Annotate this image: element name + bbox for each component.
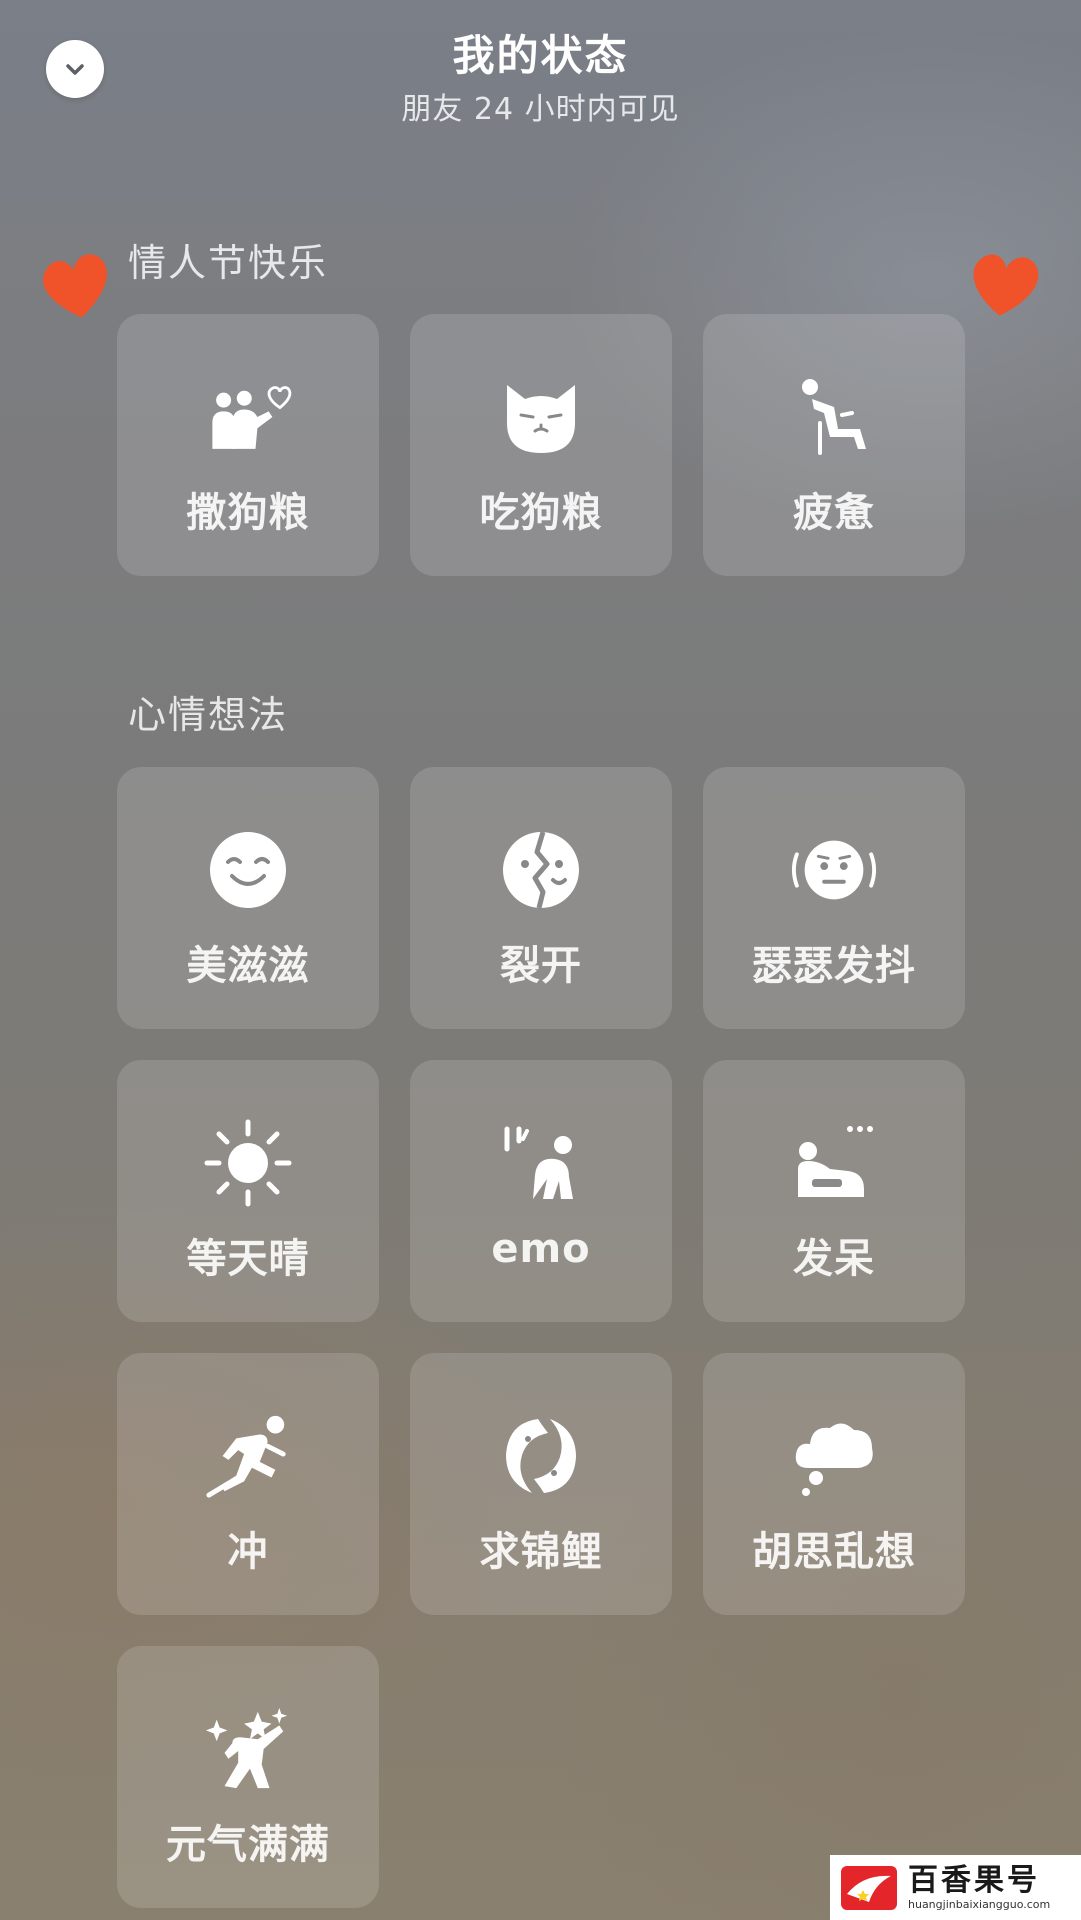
status-label: 等天晴 (186, 1236, 310, 1282)
status-label: 疲惫 (793, 490, 875, 536)
status-tile-emo[interactable]: emo (410, 1060, 672, 1322)
status-tile-se-se-fa-dou[interactable]: 瑟瑟发抖 (703, 767, 965, 1029)
status-label: 撒狗粮 (186, 490, 310, 536)
status-tile-hu-si-luan-xiang[interactable]: 胡思乱想 (703, 1353, 965, 1615)
koi-fish-icon (496, 1411, 586, 1501)
status-label: 吃狗粮 (479, 490, 603, 536)
page-title: 我的状态 (452, 31, 629, 80)
status-label: 胡思乱想 (752, 1529, 916, 1575)
cracked-face-icon (496, 825, 586, 915)
smile-face-icon (203, 825, 293, 915)
watermark: 百香果号 huangjinbaixiangguo.com (830, 1855, 1081, 1920)
sun-icon (203, 1118, 293, 1208)
status-label: 美滋滋 (186, 943, 310, 989)
status-tile-yuan-qi-man-man[interactable]: 元气满满 (117, 1646, 379, 1908)
status-label: 元气满满 (166, 1822, 330, 1868)
status-tile-pi-bei[interactable]: 疲惫 (703, 314, 965, 576)
status-label: emo (491, 1226, 591, 1272)
shivering-face-icon (789, 825, 879, 915)
page-subtitle: 朋友 24 小时内可见 (401, 92, 680, 127)
section-title-mood: 心情想法 (128, 693, 289, 737)
status-label: 发呆 (793, 1236, 875, 1282)
status-tile-qiu-jin-li[interactable]: 求锦鲤 (410, 1353, 672, 1615)
couple-heart-icon (203, 372, 293, 462)
status-tile-lie-kai[interactable]: 裂开 (410, 767, 672, 1029)
status-tile-deng-tian-qing[interactable]: 等天晴 (117, 1060, 379, 1322)
emo-person-icon (496, 1118, 586, 1208)
status-tile-chong[interactable]: 冲 (117, 1353, 379, 1615)
status-label: 冲 (227, 1529, 269, 1575)
passion-fruit-logo-icon (838, 1863, 900, 1913)
status-tile-chi-gou-liang[interactable]: 吃狗粮 (410, 314, 672, 576)
section-title-valentines: 情人节快乐 (128, 241, 329, 285)
watermark-url: huangjinbaixiangguo.com (908, 1897, 1051, 1911)
thought-cloud-icon (789, 1411, 879, 1501)
status-tile-mei-zi-zi[interactable]: 美滋滋 (117, 767, 379, 1029)
daze-person-icon (789, 1118, 879, 1208)
status-label: 裂开 (500, 943, 582, 989)
watermark-name: 百香果号 (908, 1862, 1040, 1898)
heart-icon (42, 254, 107, 318)
energetic-person-icon (203, 1704, 293, 1794)
status-label: 瑟瑟发抖 (752, 943, 916, 989)
tired-person-icon (789, 372, 879, 462)
cat-face-icon (496, 372, 586, 462)
heart-icon (973, 254, 1039, 316)
status-tile-sa-gou-liang[interactable]: 撒狗粮 (117, 314, 379, 576)
status-tile-fa-dai[interactable]: 发呆 (703, 1060, 965, 1322)
running-person-icon (203, 1411, 293, 1501)
status-label: 求锦鲤 (479, 1529, 603, 1575)
